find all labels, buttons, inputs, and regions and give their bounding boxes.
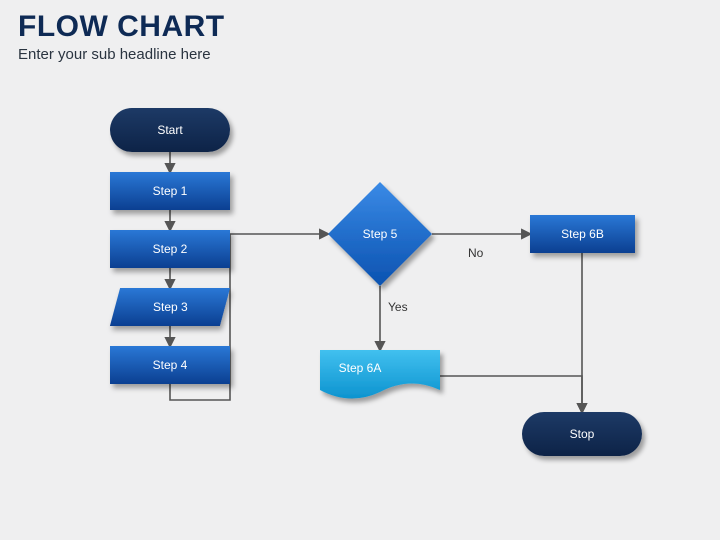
node-start-label: Start: [157, 123, 182, 137]
node-step3-label: Step 3: [153, 300, 188, 314]
node-start: Start: [110, 108, 230, 152]
node-stop: Stop: [522, 412, 642, 456]
edge-label-yes: Yes: [388, 300, 408, 314]
node-step6b-label: Step 6B: [561, 227, 604, 241]
node-step4-label: Step 4: [153, 358, 188, 372]
node-step1-label: Step 1: [153, 184, 188, 198]
flowchart-canvas: Start Step 1 Step 2 Step 3 Step 4 Step 5…: [0, 0, 720, 540]
node-stop-label: Stop: [570, 427, 595, 441]
node-step4: Step 4: [110, 346, 230, 384]
node-step6b: Step 6B: [530, 215, 635, 253]
edge-label-no: No: [468, 246, 483, 260]
node-step2: Step 2: [110, 230, 230, 268]
node-step2-label: Step 2: [153, 242, 188, 256]
connectors: [0, 0, 720, 540]
node-step1: Step 1: [110, 172, 230, 210]
node-step3: Step 3: [110, 288, 230, 326]
